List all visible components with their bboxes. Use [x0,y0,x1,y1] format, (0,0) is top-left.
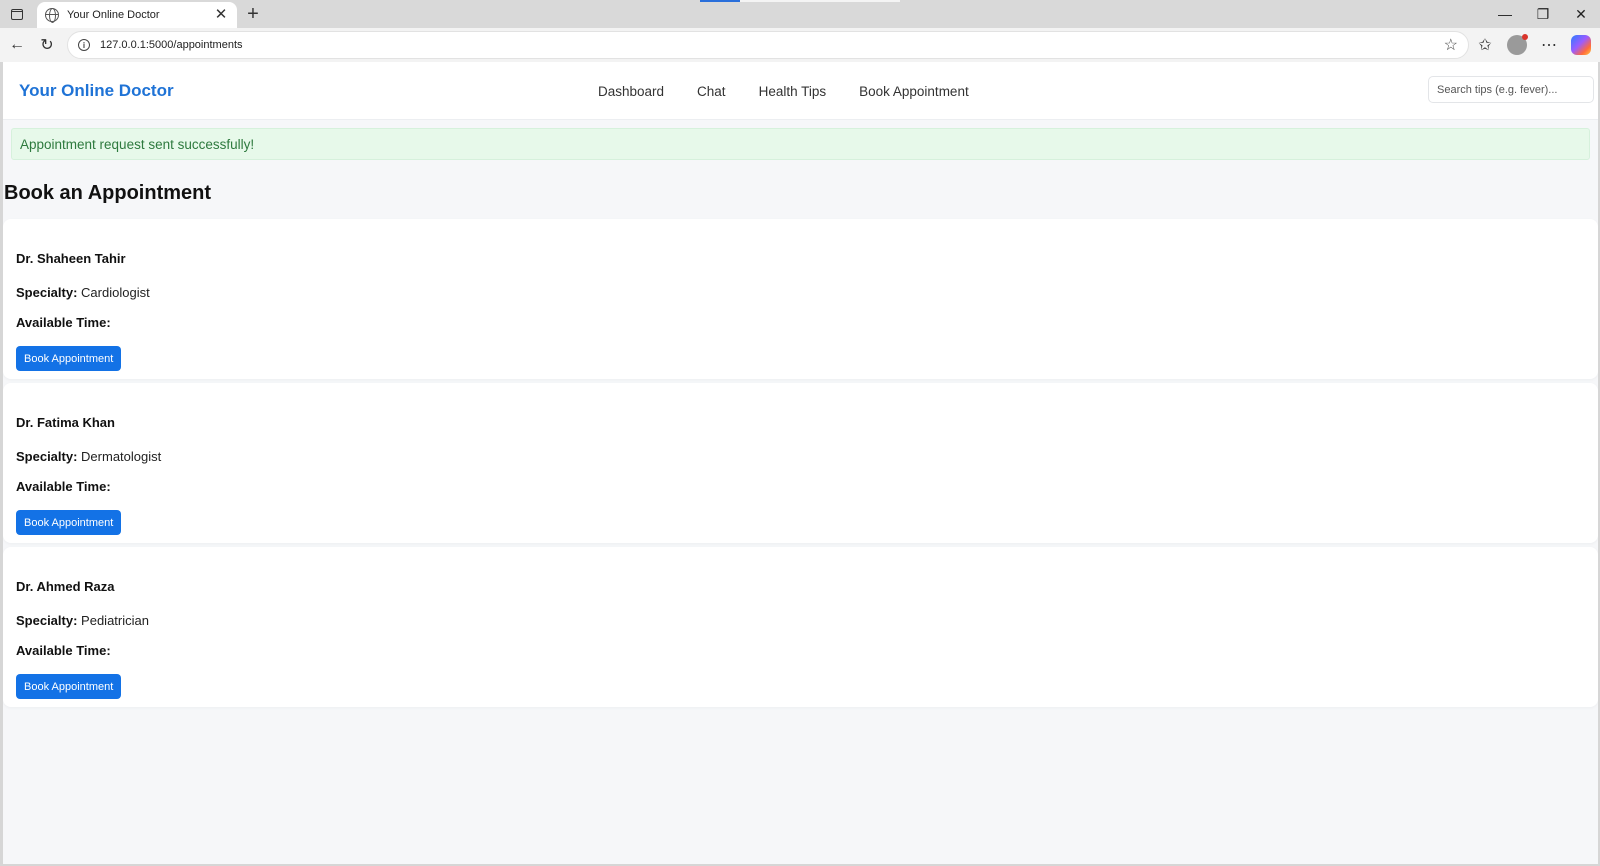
tab-actions-icon[interactable] [8,5,26,23]
book-appointment-button[interactable]: Book Appointment [16,346,122,371]
specialty-label: Specialty: [16,613,78,628]
specialty-label: Specialty: [16,285,78,300]
favorites-icon[interactable]: ✩ [1472,32,1498,58]
doctor-list: Dr. Shaheen Tahir Specialty: Cardiologis… [3,219,1598,707]
nav-links: Dashboard Chat Health Tips Book Appointm… [598,62,969,120]
doctor-available-time: Available Time: [16,315,1585,331]
specialty-value: Pediatrician [81,613,149,628]
doctor-available-time: Available Time: [16,643,1585,659]
restore-icon[interactable]: ❐ [1524,0,1562,28]
search-tips-input[interactable] [1428,76,1594,103]
reload-icon[interactable]: ↻ [34,32,60,58]
specialty-label: Specialty: [16,449,78,464]
doctor-specialty: Specialty: Dermatologist [16,449,1585,465]
doctor-card: Dr. Shaheen Tahir Specialty: Cardiologis… [3,219,1598,379]
globe-icon [45,8,59,23]
doctor-specialty: Specialty: Pediatrician [16,613,1585,629]
doctor-name: Dr. Fatima Khan [16,415,115,430]
success-alert: Appointment request sent successfully! [11,128,1590,160]
doctor-name: Dr. Ahmed Raza [16,579,115,594]
available-time-label: Available Time: [16,643,111,658]
doctor-card: Dr. Fatima Khan Specialty: Dermatologist… [3,383,1598,543]
page-viewport: Your Online Doctor Dashboard Chat Health… [3,62,1598,864]
more-icon[interactable]: ⋯ [1536,32,1562,58]
profile-button[interactable] [1504,32,1530,58]
minimize-icon[interactable]: — [1486,0,1524,28]
page-title: Book an Appointment [4,182,212,204]
browser-tabstrip: Your Online Doctor ✕ + — ❐ ✕ [0,0,1600,28]
site-navbar: Your Online Doctor Dashboard Chat Health… [3,62,1598,120]
close-window-icon[interactable]: ✕ [1562,0,1600,28]
loading-indicator [700,0,740,2]
doctor-card: Dr. Ahmed Raza Specialty: Pediatrician A… [3,547,1598,707]
toolbar-actions: ✩ ⋯ [1472,32,1594,58]
nav-chat[interactable]: Chat [697,84,726,99]
url-text[interactable]: 127.0.0.1:5000/appointments [100,39,1444,51]
avatar-icon [1507,34,1528,55]
star-icon[interactable]: ☆ [1444,35,1458,55]
copilot-button[interactable] [1568,32,1594,58]
browser-tab[interactable]: Your Online Doctor ✕ [37,2,237,28]
tab-title: Your Online Doctor [67,9,160,21]
info-icon[interactable]: i [78,39,90,51]
nav-health-tips[interactable]: Health Tips [759,84,827,99]
address-bar[interactable]: i 127.0.0.1:5000/appointments ☆ [67,31,1469,59]
doctor-name: Dr. Shaheen Tahir [16,251,126,266]
new-tab-icon[interactable]: + [243,4,263,24]
window-controls: — ❐ ✕ [1486,0,1600,28]
book-appointment-button[interactable]: Book Appointment [16,510,122,535]
book-appointment-button[interactable]: Book Appointment [16,674,122,699]
close-tab-icon[interactable]: ✕ [213,7,229,23]
loading-track [740,0,900,2]
copilot-icon [1571,35,1591,55]
available-time-label: Available Time: [16,315,111,330]
doctor-specialty: Specialty: Cardiologist [16,285,1585,301]
specialty-value: Cardiologist [81,285,150,300]
available-time-label: Available Time: [16,479,111,494]
browser-toolbar: ← ↻ i 127.0.0.1:5000/appointments ☆ ✩ ⋯ [0,28,1600,62]
specialty-value: Dermatologist [81,449,162,464]
brand-logo[interactable]: Your Online Doctor [19,81,174,101]
nav-book-appointment[interactable]: Book Appointment [859,84,969,99]
nav-dashboard[interactable]: Dashboard [598,84,664,99]
back-icon[interactable]: ← [4,32,30,58]
doctor-available-time: Available Time: [16,479,1585,495]
